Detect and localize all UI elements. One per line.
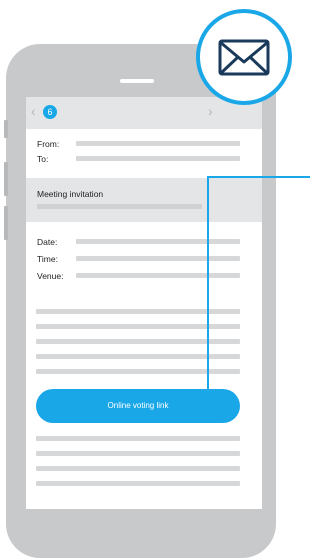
time-label: Time: — [37, 254, 58, 264]
body-text-placeholder — [36, 466, 240, 471]
venue-label: Venue: — [37, 271, 64, 281]
date-value-placeholder — [76, 239, 240, 244]
callout-connector-horizontal — [207, 176, 310, 178]
subject-section: Meeting invitation — [26, 178, 262, 222]
body-text-placeholder — [36, 309, 240, 314]
chevron-right-icon[interactable]: › — [208, 103, 213, 119]
phone-screen: ‹ 6 › From: To: Meeting invitation Date:… — [26, 97, 262, 509]
phone-volume-down-button — [4, 206, 8, 240]
body-text-placeholder — [36, 354, 240, 359]
from-label: From: — [37, 139, 60, 149]
body-text-placeholder — [36, 481, 240, 486]
unread-count-badge: 6 — [43, 105, 57, 119]
to-label: To: — [37, 154, 49, 164]
body-text-placeholder — [36, 436, 240, 441]
body-text-placeholder — [36, 324, 240, 329]
mail-callout-circle — [196, 9, 292, 105]
from-value-placeholder — [76, 141, 240, 146]
chevron-left-icon[interactable]: ‹ — [31, 103, 36, 119]
venue-value-placeholder — [76, 273, 240, 278]
to-value-placeholder — [76, 156, 240, 161]
time-value-placeholder — [76, 256, 240, 261]
body-text-placeholder — [36, 339, 240, 344]
envelope-icon — [218, 39, 270, 76]
phone-volume-up-button — [4, 162, 8, 196]
date-label: Date: — [37, 237, 58, 247]
subject-preview-placeholder — [37, 204, 202, 209]
callout-connector-vertical — [207, 176, 209, 389]
body-text-placeholder — [36, 369, 240, 374]
online-voting-link-button[interactable]: Online voting link — [36, 389, 240, 423]
phone-speaker — [120, 79, 154, 83]
body-text-placeholder — [36, 451, 240, 456]
subject-title: Meeting invitation — [37, 189, 104, 199]
phone-side-button — [4, 120, 8, 138]
